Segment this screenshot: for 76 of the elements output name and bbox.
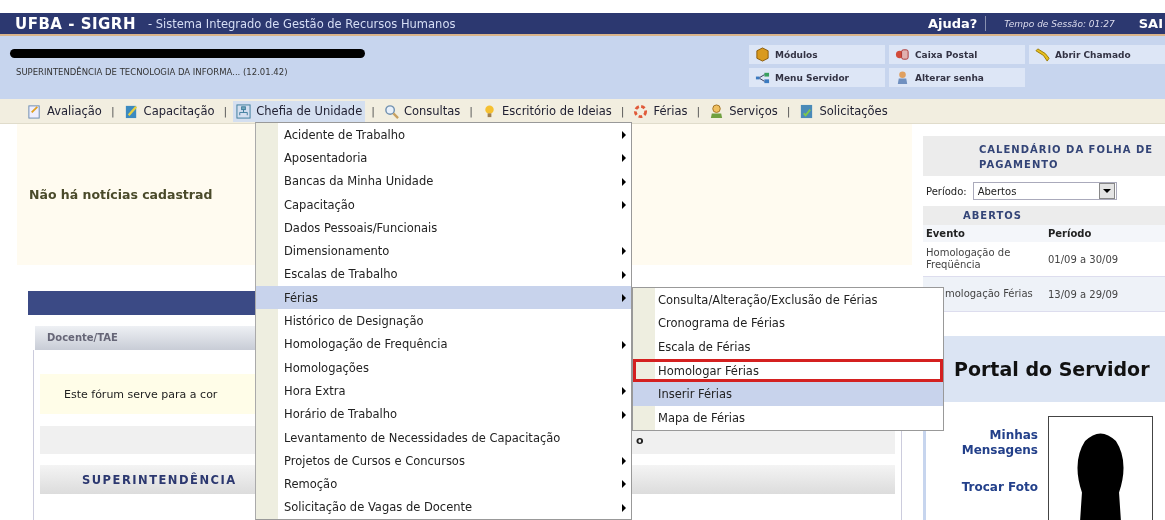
menu-item[interactable]: Avaliação (24, 100, 105, 122)
notepad-icon (123, 103, 139, 119)
dropdown-item[interactable]: Remoção (256, 472, 631, 496)
org-chart-icon (236, 103, 252, 119)
menu-item[interactable]: Serviços (706, 100, 781, 122)
menu-item[interactable]: Consultas (380, 100, 464, 122)
network-icon (755, 70, 770, 85)
period-select[interactable]: Abertos (972, 182, 1117, 200)
dropdown-item[interactable]: Capacitação (256, 192, 631, 217)
table-cell-text: mologação Férias (944, 288, 1034, 300)
search-icon (383, 103, 399, 119)
calendar-title: CALENDÁRIO DA FOLHA DE PAGAMENTO (979, 144, 1154, 170)
dropdown-item[interactable]: Projetos de Cursos e Concursos (256, 449, 631, 473)
menu-item[interactable]: Escritório de Ideias (479, 100, 615, 122)
forum-text: Este fórum serve para a cor (64, 387, 218, 401)
person-icon (709, 103, 725, 119)
dropdown-item[interactable]: Acidente de Trabalho (256, 123, 631, 147)
dropdown-item[interactable]: Histórico de Designação (256, 309, 631, 333)
dropdown-item[interactable]: Dados Pessoais/Funcionais (256, 216, 631, 240)
menu-separator: | (469, 104, 474, 118)
open-title: ABERTOS (963, 210, 1022, 221)
dropdown-item[interactable]: Escalas de Trabalho (256, 262, 631, 287)
table-cell-text: 13/09 a 29/09 (1047, 288, 1119, 300)
menu-separator: | (786, 104, 791, 118)
dropdown-item[interactable]: Bancas da Minha Unidade (256, 169, 631, 193)
user-icon (895, 70, 910, 85)
period-label: Período: (926, 185, 967, 197)
shortcut-button[interactable]: Abrir Chamado (1029, 45, 1165, 64)
header-fragment: o (636, 433, 644, 447)
menu-separator: | (110, 104, 115, 118)
system-name: UFBA - SIGRH (15, 14, 136, 33)
unit-name: SUPERINTENDÊNCIA DE TECNOLOGIA DA INFORMA... (12.01.42) (16, 67, 289, 77)
shortcut-button[interactable]: Menu Servidor (749, 68, 885, 87)
dropdown-item[interactable]: Levantamento de Necessidades de Capacitação (256, 425, 631, 450)
dropdown-item[interactable]: Férias (256, 286, 631, 310)
submenu-item[interactable]: Mapa de Férias (633, 405, 943, 430)
form-icon (799, 103, 815, 119)
submenu-item[interactable]: Consulta/Alteração/Exclusão de Férias (633, 288, 943, 312)
help-link[interactable]: Ajuda? (927, 16, 987, 31)
portal-title: Portal do Servidor (954, 358, 1150, 380)
dropdown-item[interactable]: Horário de Trabalho (256, 402, 631, 426)
menu-separator: | (223, 104, 228, 118)
menu-separator: | (371, 104, 375, 118)
portal-link[interactable]: Minhas Mensagens (948, 428, 1038, 458)
table-cell-text: 01/09 a 30/09 (1047, 253, 1119, 265)
section-title: SUPERINTENDÊNCIA (82, 472, 237, 487)
system-subtitle: - Sistema Integrado de Gestão de Recursos Humanos (147, 16, 456, 31)
lifebuoy-icon (633, 103, 649, 119)
menu-item[interactable]: Chefia de Unidade (233, 100, 366, 122)
column-header: Período (1047, 228, 1092, 239)
dropdown-item[interactable]: Aposentadoria (256, 146, 631, 170)
session-timer: Tempo de Sessão: 01:27 (1004, 18, 1115, 29)
dropdown-item[interactable]: Homologação de Frequência (256, 332, 631, 356)
shortcut-button[interactable]: Alterar senha (889, 68, 1025, 87)
box-icon (755, 47, 770, 62)
clipboard-icon (27, 103, 42, 119)
submenu-item[interactable]: Cronograma de Férias (633, 311, 943, 336)
submenu-item[interactable]: Escala de Férias (633, 335, 943, 359)
dropdown-item[interactable]: Homologações (256, 355, 631, 380)
menu-separator: | (696, 104, 701, 118)
column-header: Evento (925, 228, 966, 239)
submenu-item[interactable]: Inserir Férias (633, 382, 943, 406)
portal-link[interactable]: Trocar Foto (948, 480, 1038, 495)
menu-item[interactable]: Férias (630, 100, 691, 122)
dropdown-item[interactable]: Hora Extra (256, 379, 631, 403)
shortcut-button[interactable]: Caixa Postal (889, 45, 1025, 64)
shortcut-button[interactable]: Módulos (749, 45, 885, 64)
logout-link[interactable]: SAI (1138, 16, 1163, 31)
menu-item[interactable]: Solicitações (796, 100, 891, 122)
submenu-item[interactable]: Homologar Férias (633, 358, 943, 383)
table-cell-text: Homologação de Freqüência (925, 247, 1012, 271)
menu-separator: | (620, 104, 625, 118)
dropdown-item[interactable]: Dimensionamento (256, 239, 631, 263)
news-message: Não há notícias cadastrad (29, 187, 213, 202)
dropdown-item[interactable]: Solicitação de Vagas de Docente (256, 495, 631, 520)
menu-item[interactable]: Capacitação (120, 100, 218, 122)
